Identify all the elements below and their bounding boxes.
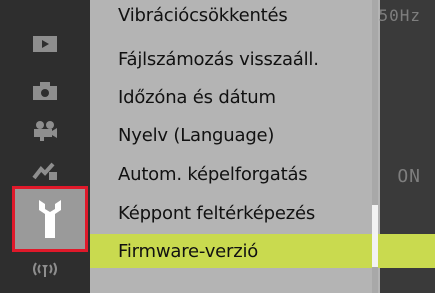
selection-highlight: [380, 234, 435, 268]
camera-icon[interactable]: [30, 80, 60, 102]
setup-tab-active[interactable]: [12, 186, 88, 252]
auto-rotation-value: ON: [397, 166, 421, 187]
menu-tab-strip: [0, 0, 90, 293]
wrench-icon: [39, 200, 61, 238]
menu-item-time-zone-date[interactable]: Időzóna és dátum: [90, 80, 370, 114]
menu-item-auto-rotation[interactable]: Autom. képelforgatás: [90, 157, 370, 191]
menu-item-label: Nyelv (Language): [118, 124, 275, 146]
menu-item-label: Képpont feltérképezés: [118, 202, 316, 224]
camera-setup-menu: Vibrációcsökkentés Fájlszámozás visszaál…: [0, 0, 435, 293]
value-column: 50Hz ON: [378, 0, 435, 293]
menu-item-vibration-reduction[interactable]: Vibrációcsökkentés: [90, 0, 370, 32]
menu-item-label: Időzóna és dátum: [118, 86, 276, 108]
playback-icon[interactable]: [30, 33, 60, 55]
menu-item-firmware-version[interactable]: Firmware-verzió: [90, 234, 380, 268]
wireless-icon[interactable]: [30, 258, 60, 280]
vibration-reduction-value: 50Hz: [378, 6, 421, 25]
menu-item-pixel-mapping[interactable]: Képpont feltérképezés: [90, 196, 370, 230]
menu-item-label: Autom. képelforgatás: [118, 163, 308, 185]
menu-item-label: Fájlszámozás visszaáll.: [118, 48, 319, 70]
custom-settings-icon[interactable]: [30, 160, 60, 182]
menu-item-language[interactable]: Nyelv (Language): [90, 118, 370, 152]
menu-item-label: Vibrációcsökkentés: [118, 4, 288, 26]
scrollbar-thumb[interactable]: [372, 205, 378, 267]
movie-icon[interactable]: [30, 120, 60, 142]
menu-list: Vibrációcsökkentés Fájlszámozás visszaál…: [90, 0, 380, 293]
menu-item-file-numbering-reset[interactable]: Fájlszámozás visszaáll.: [90, 42, 370, 76]
menu-item-label: Firmware-verzió: [118, 240, 259, 262]
